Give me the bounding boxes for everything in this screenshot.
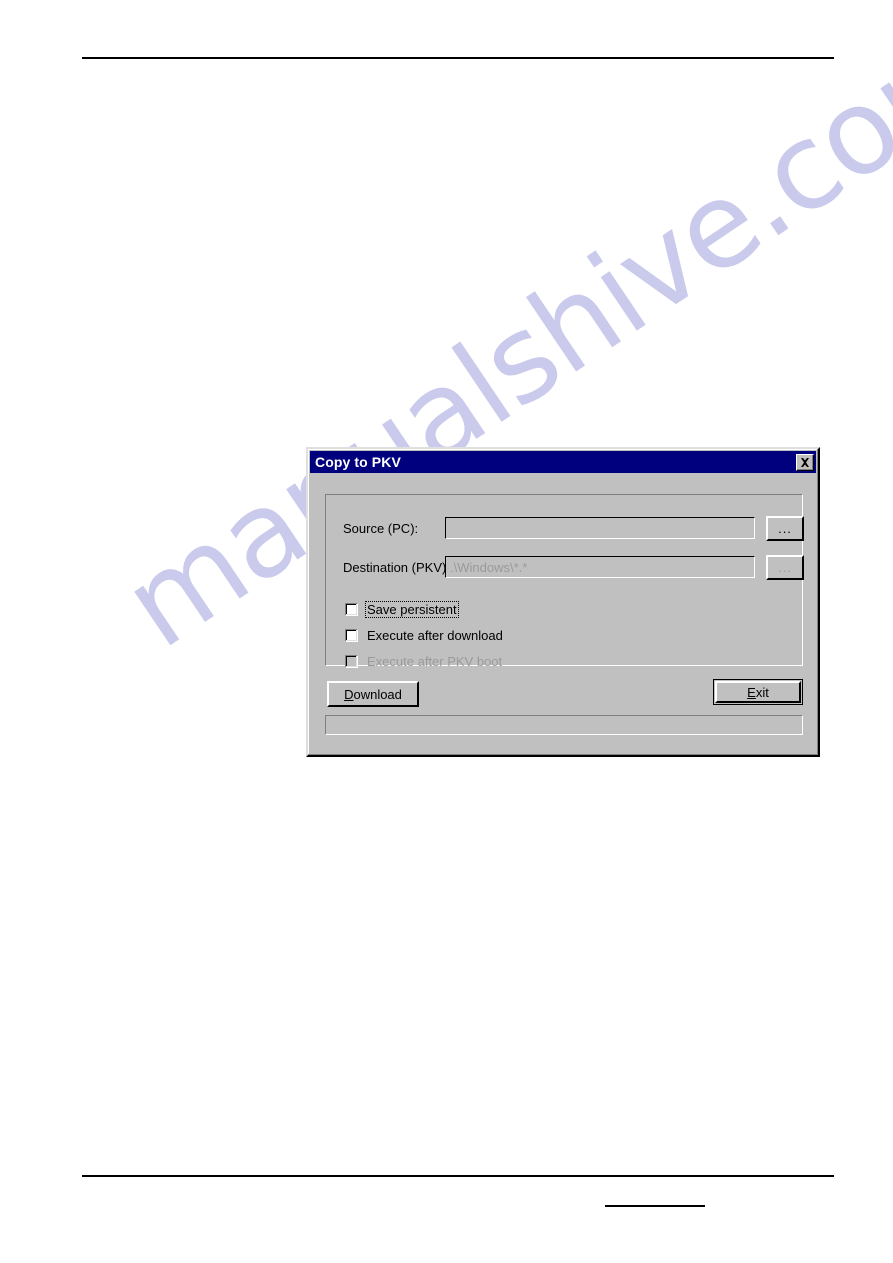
close-icon [801,457,809,467]
checkbox-execute-after-pkv-boot: Execute after PKV boot [345,652,504,670]
save-persistent-checkbox-box[interactable] [345,602,358,616]
status-bar [325,715,803,735]
document-page: manualshive.com Copy to PKV Source (PC):… [0,0,893,1263]
source-browse-button[interactable]: ... [766,516,804,541]
source-field-row: Source (PC): ... [326,516,804,543]
destination-label: Destination (PKV): [343,560,450,575]
checkbox-save-persistent[interactable]: Save persistent [345,600,459,618]
exit-rest-chars: xit [755,684,769,700]
close-button[interactable] [796,453,814,471]
download-button-label: Download [344,687,402,702]
checkbox-execute-after-download[interactable]: Execute after download [345,626,505,644]
destination-input[interactable]: .\Windows\*.* [445,556,755,578]
execute-after-pkv-boot-label: Execute after PKV boot [367,653,503,669]
execute-after-download-checkbox-box[interactable] [345,628,358,642]
execute-after-download-label: Execute after download [367,627,503,643]
exit-button-inner: Exit [715,681,801,703]
exit-accel-char: E [747,684,756,700]
source-label: Source (PC): [343,521,419,536]
copy-to-pkv-dialog: Copy to PKV Source (PC): ... Destination… [306,447,820,757]
dialog-title: Copy to PKV [315,454,401,470]
destination-field-row: Destination (PKV): .\Windows\*.* ... [326,555,804,582]
footer-field-underline [605,1205,705,1207]
save-persistent-label: Save persistent [365,600,459,618]
exit-button-label: Exit [747,685,769,700]
source-input[interactable] [445,517,755,539]
download-button[interactable]: Download [327,681,419,707]
destination-browse-button[interactable]: ... [766,555,804,580]
dialog-titlebar[interactable]: Copy to PKV [310,451,816,473]
exit-button[interactable]: Exit [713,679,803,705]
footer-rule [82,1175,834,1177]
header-rule [82,57,834,59]
execute-after-pkv-boot-checkbox-box [345,654,358,668]
options-groupbox: Source (PC): ... Destination (PKV): .\Wi… [325,494,804,669]
download-rest-chars: ownload [353,686,402,702]
